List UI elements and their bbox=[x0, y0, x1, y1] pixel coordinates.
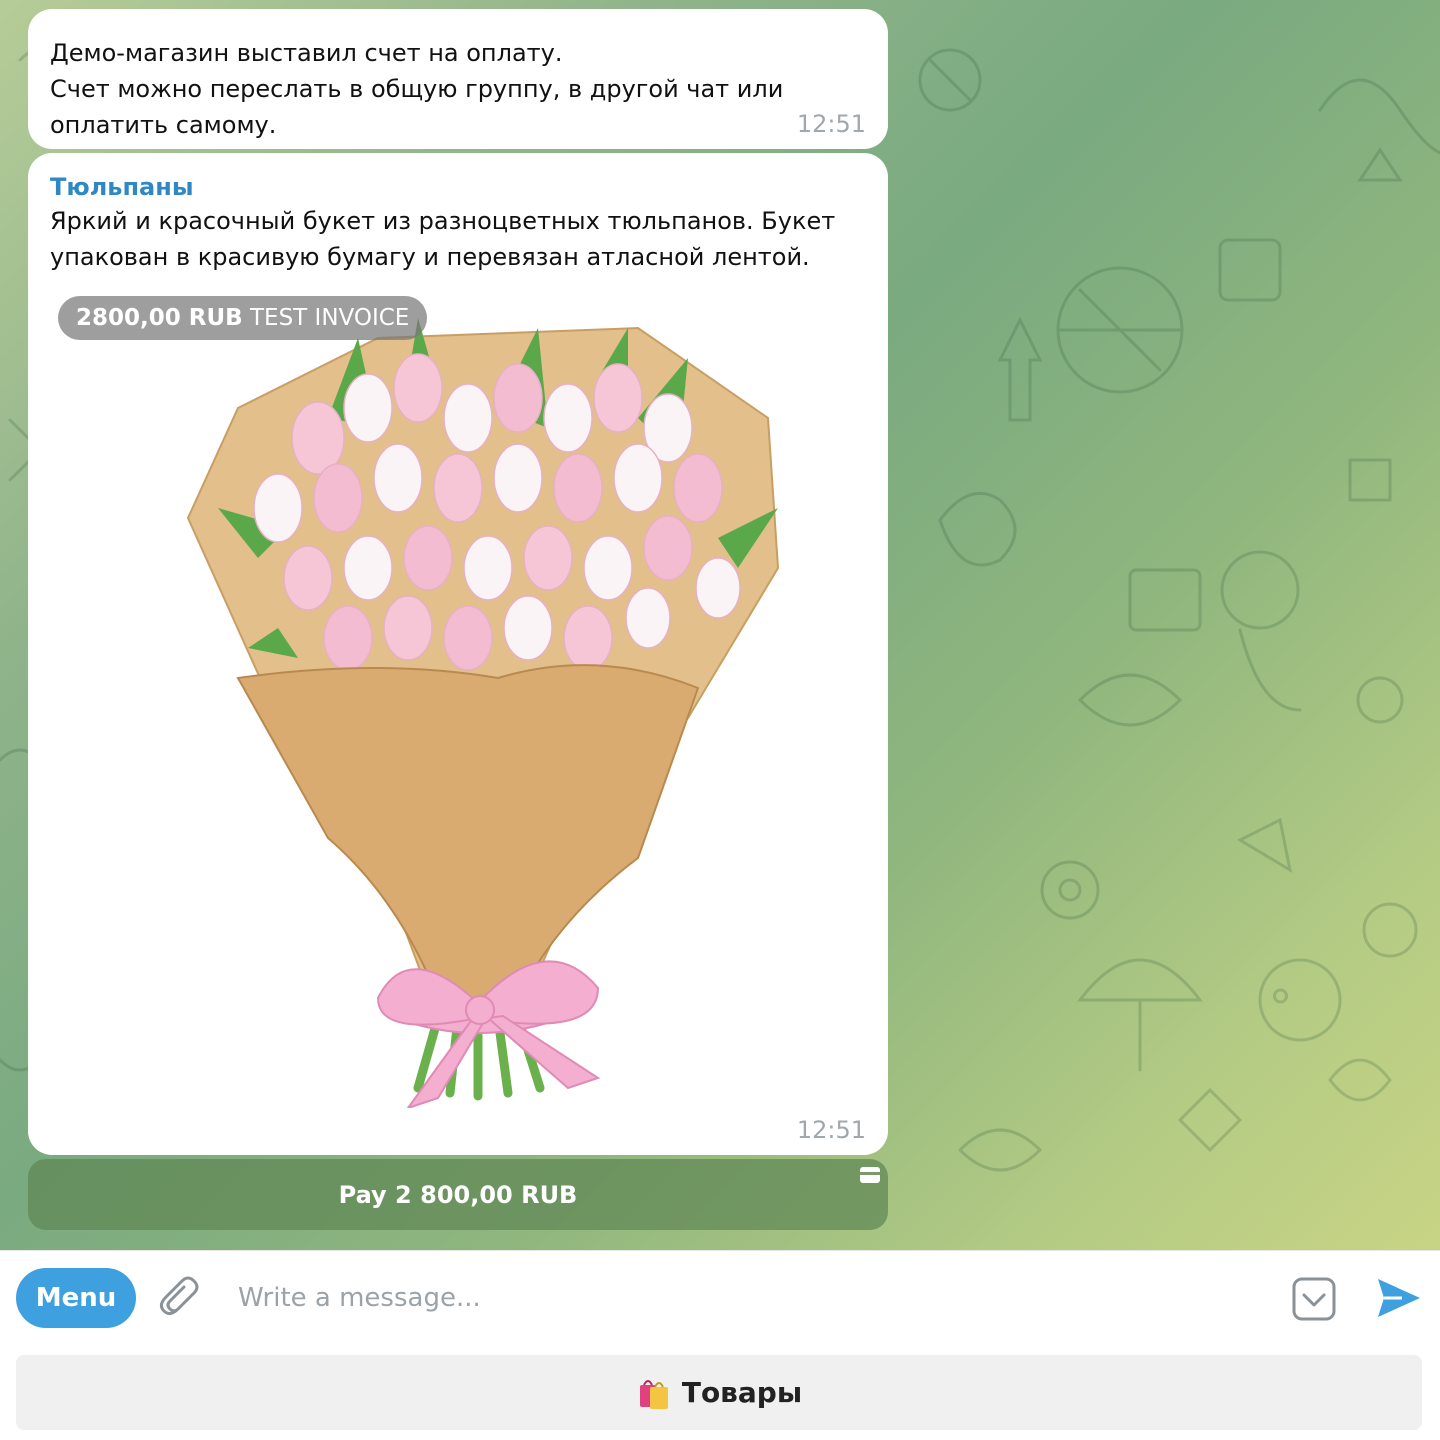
shopping-bags-icon bbox=[639, 1379, 668, 1409]
price-badge: 2800,00 RUB TEST INVOICE bbox=[58, 296, 428, 340]
message-composer: Menu bbox=[0, 1250, 1440, 1341]
message-time: 12:51 bbox=[796, 110, 866, 138]
pay-button-label: Pay 2 800,00 RUB bbox=[338, 1180, 578, 1209]
menu-button-label: Menu bbox=[35, 1283, 117, 1313]
message-time: 12:51 bbox=[796, 1116, 866, 1144]
message-line: оплатить самому. bbox=[50, 111, 277, 139]
message-line: Демо-магазин выставил счет на оплату. bbox=[50, 39, 563, 67]
message-line: Счет можно переслать в общую группу, в д… bbox=[50, 75, 784, 103]
description-line: упакован в красивую бумагу и перевязан а… bbox=[50, 243, 810, 271]
description-line: Яркий и красочный букет из разноцветных … bbox=[50, 207, 836, 235]
notice-message-bubble: Демо-магазин выставил счет на оплату. Сч… bbox=[28, 9, 888, 149]
product-image[interactable] bbox=[78, 298, 838, 1108]
price-amount: 2800,00 RUB bbox=[76, 305, 243, 331]
send-icon[interactable] bbox=[1376, 1277, 1422, 1319]
reply-keyboard-label: Товары bbox=[681, 1376, 803, 1409]
paperclip-icon[interactable] bbox=[158, 1275, 202, 1321]
invoice-message-bubble: Тюльпаны Яркий и красочный букет из разн… bbox=[28, 153, 888, 1155]
message-input[interactable] bbox=[238, 1271, 1268, 1325]
invoice-title: Тюльпаны bbox=[50, 173, 194, 201]
credit-card-icon bbox=[860, 1167, 880, 1183]
chat-background: Демо-магазин выставил счет на оплату. Сч… bbox=[0, 0, 1440, 1250]
notice-message-text: Демо-магазин выставил счет на оплату. Сч… bbox=[50, 35, 866, 143]
menu-button[interactable]: Menu bbox=[16, 1268, 136, 1328]
pay-button[interactable]: Pay 2 800,00 RUB bbox=[28, 1159, 888, 1230]
test-invoice-label: TEST INVOICE bbox=[250, 305, 410, 331]
bot-keyboard-icon[interactable] bbox=[1292, 1277, 1336, 1321]
invoice-description: Яркий и красочный букет из разноцветных … bbox=[50, 203, 866, 275]
reply-keyboard-button-products[interactable]: Товары bbox=[16, 1355, 1422, 1430]
